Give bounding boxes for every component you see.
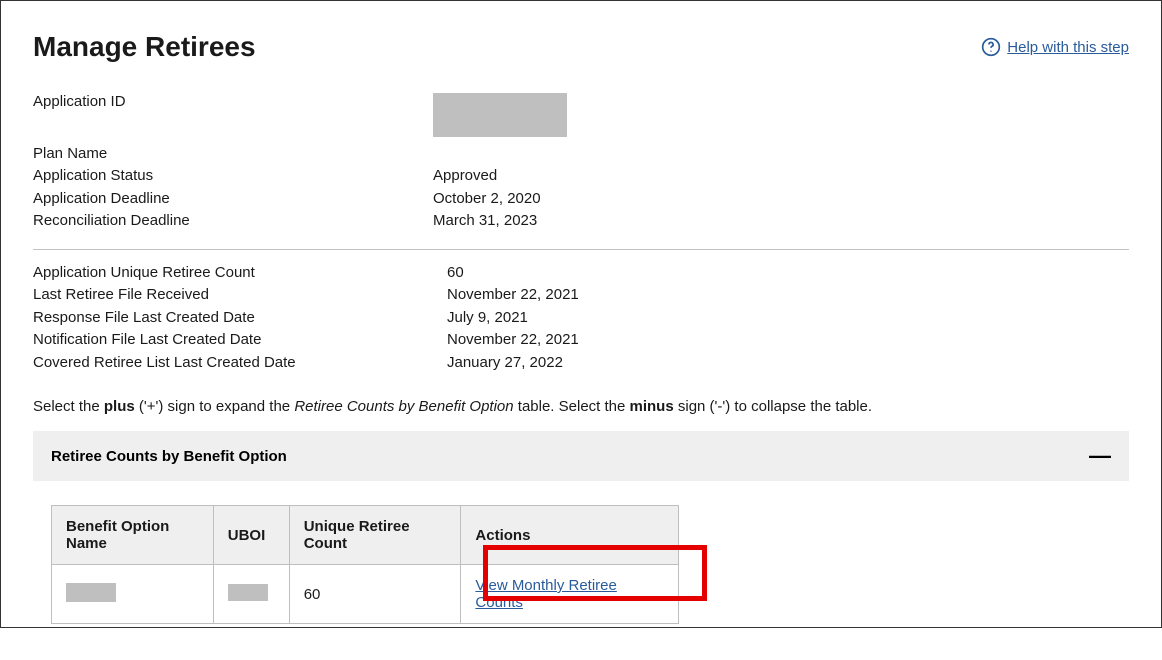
unique-count-value: 60: [447, 262, 1129, 285]
recon-deadline-value: March 31, 2023: [433, 210, 1129, 233]
response-file-value: July 9, 2021: [447, 307, 1129, 330]
divider: [33, 249, 1129, 250]
help-link[interactable]: Help with this step: [981, 37, 1129, 57]
benefit-redacted: [66, 583, 116, 602]
th-benefit: Benefit Option Name: [52, 506, 214, 565]
summary-block-b: Application Unique Retiree Count 60 Last…: [33, 262, 1129, 375]
cell-actions: View Monthly Retiree Counts: [461, 565, 679, 624]
th-uboi: UBOI: [213, 506, 289, 565]
notification-file-value: November 22, 2021: [447, 329, 1129, 352]
th-actions: Actions: [461, 506, 679, 565]
th-count: Unique Retiree Count: [289, 506, 461, 565]
covered-list-value: January 27, 2022: [447, 352, 1129, 375]
app-status-value: Approved: [433, 165, 1129, 188]
table-wrap: Benefit Option Name UBOI Unique Retiree …: [33, 481, 1129, 630]
response-file-label: Response File Last Created Date: [33, 307, 447, 330]
summary-block-a: Application ID Plan Name Application Sta…: [33, 91, 1129, 233]
minus-icon: —: [1089, 445, 1111, 467]
view-monthly-counts-link[interactable]: View Monthly Retiree Counts: [475, 577, 616, 611]
page-title: Manage Retirees: [33, 31, 256, 63]
retiree-counts-table: Benefit Option Name UBOI Unique Retiree …: [51, 505, 679, 624]
help-link-label: Help with this step: [1007, 39, 1129, 56]
recon-deadline-label: Reconciliation Deadline: [33, 210, 433, 233]
app-id-redacted: [433, 93, 567, 137]
instructions-text: Select the plus ('+') sign to expand the…: [33, 398, 1129, 415]
app-status-label: Application Status: [33, 165, 433, 188]
covered-list-label: Covered Retiree List Last Created Date: [33, 352, 447, 375]
last-file-value: November 22, 2021: [447, 284, 1129, 307]
app-deadline-value: October 2, 2020: [433, 188, 1129, 211]
app-id-label: Application ID: [33, 91, 433, 143]
notification-file-label: Notification File Last Created Date: [33, 329, 447, 352]
accordion-header[interactable]: Retiree Counts by Benefit Option —: [33, 431, 1129, 481]
unique-count-label: Application Unique Retiree Count: [33, 262, 447, 285]
cell-count: 60: [289, 565, 461, 624]
uboi-redacted: [228, 584, 268, 601]
table-row: 60 View Monthly Retiree Counts: [52, 565, 679, 624]
app-deadline-label: Application Deadline: [33, 188, 433, 211]
cell-benefit: [52, 565, 214, 624]
plan-name-value: [433, 143, 1129, 166]
last-file-label: Last Retiree File Received: [33, 284, 447, 307]
accordion-title: Retiree Counts by Benefit Option: [51, 448, 287, 465]
cell-uboi: [213, 565, 289, 624]
help-icon: [981, 37, 1001, 57]
plan-name-label: Plan Name: [33, 143, 433, 166]
